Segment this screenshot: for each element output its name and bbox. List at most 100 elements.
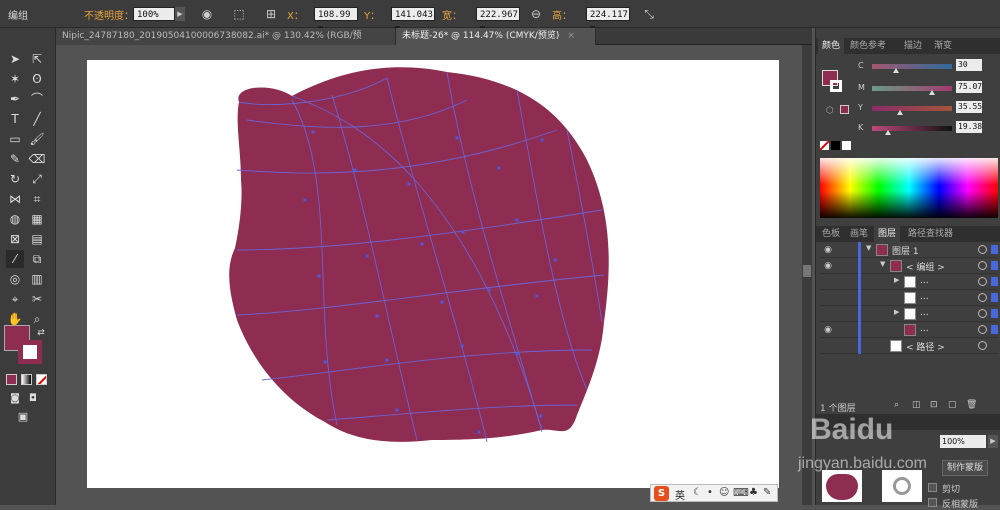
selection-indicator[interactable] bbox=[991, 293, 998, 302]
mesh-object[interactable] bbox=[87, 60, 779, 488]
tab-stroke[interactable]: 描边 bbox=[900, 38, 926, 54]
eraser-tool-icon[interactable]: ⌫ bbox=[28, 150, 46, 168]
artboard[interactable] bbox=[87, 60, 779, 488]
layer-row[interactable]: ◉ ▼ 图层 1 bbox=[820, 242, 998, 258]
color-mode-icon[interactable] bbox=[6, 374, 17, 385]
channel-y-slider[interactable] bbox=[872, 106, 952, 111]
mesh-point[interactable] bbox=[553, 258, 557, 262]
selection-indicator[interactable] bbox=[991, 325, 998, 334]
scrollbar-thumb[interactable] bbox=[803, 265, 811, 277]
visibility-eye-icon[interactable] bbox=[822, 276, 834, 288]
scale-tool-icon[interactable]: ⤢ bbox=[28, 170, 46, 188]
align-to-icon[interactable]: ⬚ bbox=[230, 5, 248, 23]
transform-icon[interactable]: ⤡ bbox=[640, 5, 658, 23]
pencil-tool-icon[interactable]: ✎ bbox=[6, 150, 24, 168]
mesh-point[interactable] bbox=[540, 138, 544, 142]
vertical-scrollbar[interactable] bbox=[802, 45, 812, 505]
reference-point-icon[interactable]: ⊞ bbox=[262, 5, 280, 23]
canvas-area[interactable] bbox=[56, 45, 812, 505]
ime-settings-icon[interactable]: ✎ bbox=[763, 487, 771, 498]
locate-object-icon[interactable]: ⌕ bbox=[894, 400, 899, 410]
channel-y-thumb[interactable] bbox=[897, 110, 904, 115]
free-transform-tool-icon[interactable]: ⌗ bbox=[28, 190, 46, 208]
layer-target-icon[interactable] bbox=[978, 341, 987, 350]
disclosure-triangle-icon[interactable]: ▼ bbox=[866, 244, 871, 252]
width-field[interactable]: 222.967 m bbox=[476, 7, 520, 34]
visibility-eye-icon[interactable]: ◉ bbox=[822, 324, 834, 336]
shape-builder-tool-icon[interactable]: ◍ bbox=[6, 210, 24, 228]
mesh-point[interactable] bbox=[407, 182, 411, 186]
x-field[interactable]: 108.99 m bbox=[314, 7, 358, 34]
mesh-point[interactable] bbox=[440, 300, 444, 304]
mesh-point[interactable] bbox=[487, 288, 491, 292]
selection-indicator[interactable] bbox=[991, 245, 998, 254]
mesh-point[interactable] bbox=[353, 168, 357, 172]
none-mode-icon[interactable] bbox=[36, 374, 47, 385]
visibility-eye-icon[interactable] bbox=[822, 340, 834, 352]
y-field[interactable]: 141.043 m bbox=[391, 7, 435, 34]
visibility-eye-icon[interactable] bbox=[822, 292, 834, 304]
new-layer-icon[interactable]: ▢ bbox=[948, 400, 957, 410]
rectangle-tool-icon[interactable]: ▭ bbox=[6, 130, 24, 148]
mesh-point[interactable] bbox=[317, 274, 321, 278]
mesh-point[interactable] bbox=[461, 230, 465, 234]
mesh-point[interactable] bbox=[535, 294, 539, 298]
mask-thumbnail[interactable] bbox=[882, 470, 922, 502]
layer-row[interactable]: ▶... bbox=[820, 306, 998, 322]
mesh-point[interactable] bbox=[375, 314, 379, 318]
black-color-swatch[interactable] bbox=[831, 141, 840, 150]
opacity-field[interactable]: 100% bbox=[133, 7, 175, 21]
perspective-grid-tool-icon[interactable]: ▦ bbox=[28, 210, 46, 228]
ime-skin-icon[interactable]: ♣ bbox=[749, 487, 758, 498]
object-thumbnail[interactable] bbox=[822, 470, 862, 502]
tab-pathfinder[interactable]: 路径查找器 bbox=[904, 226, 957, 242]
make-mask-button[interactable]: 制作蒙版 bbox=[942, 460, 989, 476]
paintbrush-tool-icon[interactable]: 🖌 bbox=[28, 130, 46, 148]
transparency-opacity-field[interactable]: 100% bbox=[940, 435, 986, 448]
mesh-point[interactable] bbox=[365, 254, 369, 258]
blend-tool-icon[interactable]: ⧉ bbox=[28, 250, 46, 268]
delete-layer-icon[interactable]: 🗑 bbox=[966, 400, 977, 410]
ime-keyboard-icon[interactable]: ⌨ bbox=[733, 486, 749, 499]
mesh-point[interactable] bbox=[515, 352, 519, 356]
stroke-color-swatch[interactable] bbox=[18, 340, 42, 364]
color-spectrum[interactable] bbox=[820, 158, 998, 218]
visibility-eye-icon[interactable]: ◉ bbox=[822, 244, 834, 256]
layer-target-icon[interactable] bbox=[978, 261, 987, 270]
invert-mask-checkbox[interactable] bbox=[928, 498, 937, 507]
height-field[interactable]: 224.117 m bbox=[586, 7, 630, 34]
line-tool-icon[interactable]: ╱ bbox=[28, 110, 46, 128]
selection-indicator[interactable] bbox=[991, 277, 998, 286]
draw-mode-icon[interactable]: ◙ bbox=[6, 390, 24, 408]
panel-stroke-swatch[interactable] bbox=[830, 80, 842, 92]
new-sublayer-icon[interactable]: ⊡ bbox=[930, 400, 938, 410]
mesh-point[interactable] bbox=[385, 358, 389, 362]
disclosure-triangle-icon[interactable]: ▼ bbox=[880, 260, 885, 268]
close-tab-icon[interactable]: × bbox=[567, 31, 575, 41]
ime-punctuation-icon[interactable]: • bbox=[707, 487, 713, 498]
out-of-gamut-icon[interactable]: ⬡ bbox=[826, 106, 834, 116]
layer-name[interactable]: < 路径 > bbox=[906, 340, 945, 353]
ime-emoji-icon[interactable]: ☺ bbox=[719, 487, 729, 498]
tab-gradient[interactable]: 渐变 bbox=[930, 38, 956, 54]
magic-wand-tool-icon[interactable]: ✶ bbox=[6, 70, 24, 88]
gradient-tool-icon[interactable]: ▤ bbox=[28, 230, 46, 248]
link-proportions-icon[interactable]: ⊖ bbox=[527, 5, 545, 23]
mesh-point[interactable] bbox=[497, 166, 501, 170]
symbol-sprayer-tool-icon[interactable]: ◎ bbox=[6, 270, 24, 288]
channel-c-thumb[interactable] bbox=[893, 68, 899, 73]
clip-checkbox[interactable] bbox=[928, 483, 937, 492]
draw-inside-icon[interactable]: ◘ bbox=[24, 390, 42, 408]
visibility-eye-icon[interactable]: ◉ bbox=[822, 260, 834, 272]
channel-m-slider[interactable] bbox=[872, 86, 952, 91]
mesh-point[interactable] bbox=[395, 408, 399, 412]
mesh-point[interactable] bbox=[303, 198, 307, 202]
visibility-eye-icon[interactable] bbox=[822, 308, 834, 320]
opacity-label[interactable]: 不透明度： bbox=[84, 7, 134, 22]
channel-k-value[interactable]: 19.38 bbox=[956, 121, 982, 133]
layer-name[interactable]: < 编组 > bbox=[906, 260, 945, 273]
mesh-point[interactable] bbox=[323, 360, 327, 364]
channel-k-thumb[interactable] bbox=[884, 130, 891, 135]
eyedropper-tool-icon[interactable]: ⁄ bbox=[6, 250, 24, 268]
layer-name[interactable]: ... bbox=[920, 324, 929, 334]
